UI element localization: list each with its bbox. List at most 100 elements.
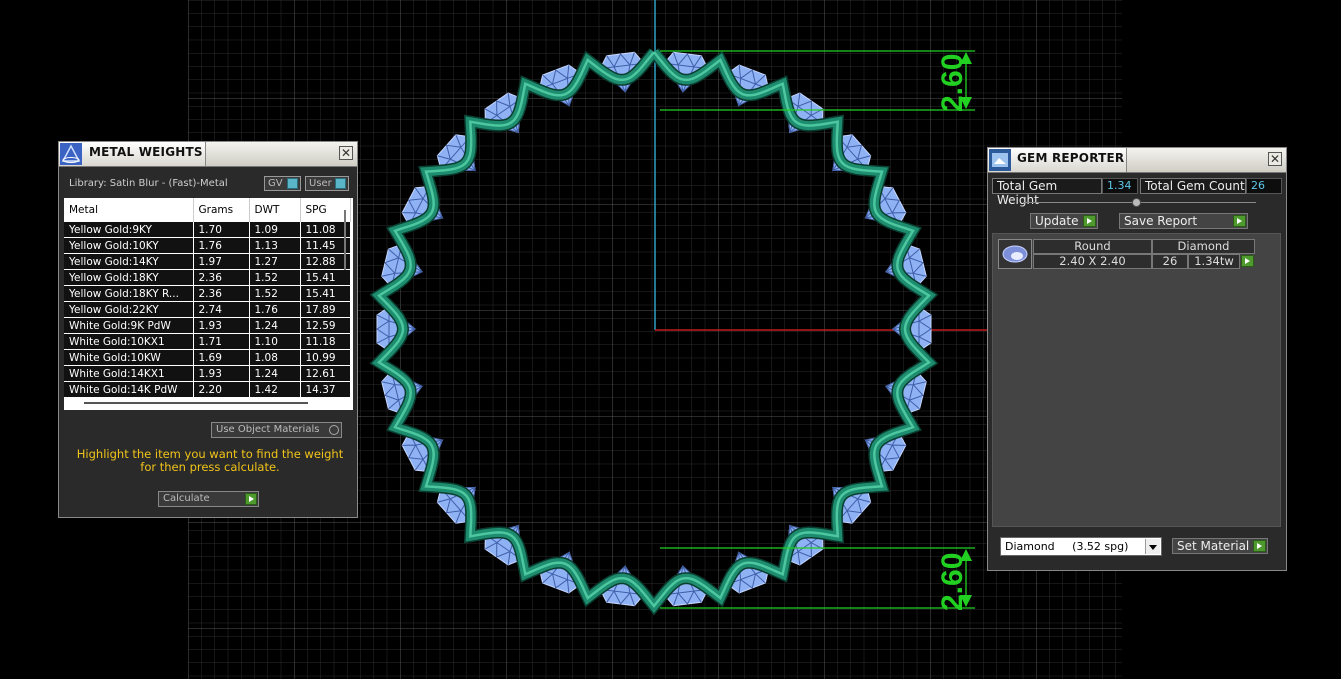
table-cell: 15.41	[300, 269, 351, 286]
gem-col-shape: Round	[1033, 239, 1152, 254]
metal-table-header: Metal Grams DWT SPG	[64, 198, 351, 222]
metal-col-metal[interactable]: Metal	[64, 198, 194, 222]
table-cell: Yellow Gold:18KY	[64, 269, 194, 286]
table-cell: Yellow Gold:9KY	[64, 222, 194, 238]
metal-col-dwt[interactable]: DWT	[249, 198, 301, 222]
play-icon	[245, 493, 257, 505]
user-indicator-icon	[335, 178, 346, 189]
play-icon	[1233, 215, 1246, 227]
dimension-bottom-label: 2.60	[936, 553, 969, 611]
instruction-text: Highlight the item you want to find the …	[76, 447, 344, 474]
table-cell: 1.10	[249, 333, 301, 350]
table-cell: 14.37	[300, 381, 351, 398]
save-report-label: Save Report	[1124, 214, 1198, 228]
total-gem-count-label: Total Gem Count	[1140, 178, 1246, 194]
table-cell: 2.36	[193, 269, 250, 286]
table-row[interactable]: Yellow Gold:9KY 1.70 1.09 11.08	[64, 222, 351, 238]
gem-reporter-titlebar[interactable]: GEM REPORTER ✕	[988, 148, 1286, 173]
dimension-top-label: 2.60	[936, 54, 969, 112]
metal-weights-title: METAL WEIGHTS	[89, 145, 203, 159]
update-button[interactable]: Update	[1030, 213, 1098, 229]
play-icon	[1083, 215, 1096, 227]
table-cell: 1.76	[249, 301, 301, 318]
table-row[interactable]: Yellow Gold:18KY 2.36 1.52 15.41	[64, 269, 351, 286]
gem-reporter-logo-icon	[989, 149, 1011, 171]
gv-toggle[interactable]: GV	[264, 176, 301, 191]
save-report-button[interactable]: Save Report	[1119, 213, 1248, 229]
round-gem-icon	[1002, 245, 1028, 263]
table-cell: 1.24	[249, 317, 301, 334]
table-row[interactable]: White Gold:9K PdW 1.93 1.24 12.59	[64, 317, 351, 334]
metal-weights-logo-icon	[60, 143, 82, 165]
table-cell: Yellow Gold:18KY R...	[64, 285, 194, 302]
table-row[interactable]: Yellow Gold:14KY 1.97 1.27 12.88	[64, 253, 351, 270]
gem-list[interactable]: Round Diamond 2.40 X 2.40 26 1.34tw	[992, 233, 1281, 527]
metal-weights-panel: METAL WEIGHTS ✕ Library: Satin Blur - (F…	[58, 141, 358, 518]
gem-thumbnail[interactable]	[998, 239, 1032, 269]
total-gem-weight-label: Total Gem Weight	[992, 178, 1102, 207]
splitter-handle-icon[interactable]	[1132, 198, 1141, 207]
metal-table-container[interactable]: Metal Grams DWT SPG Yellow Gold:9KY 1.70 1.09…	[64, 198, 353, 410]
table-cell: 1.69	[193, 349, 250, 366]
horizontal-scrollbar[interactable]	[84, 402, 308, 404]
table-row[interactable]: Yellow Gold:22KY 2.74 1.76 17.89	[64, 301, 351, 318]
table-cell: Yellow Gold:14KY	[64, 253, 194, 270]
library-label: Library: Satin Blur - (Fast)-Metal	[69, 178, 228, 189]
chevron-down-icon[interactable]	[1145, 539, 1160, 554]
table-cell: 12.88	[300, 253, 351, 270]
table-cell: 10.99	[300, 349, 351, 366]
table-row[interactable]: Yellow Gold:10KY 1.76 1.13 11.45	[64, 237, 351, 254]
material-select-value: Diamond (3.52 spg)	[1005, 540, 1129, 553]
table-cell: 1.97	[193, 253, 250, 270]
metal-col-spg[interactable]: SPG	[300, 198, 351, 222]
update-label: Update	[1035, 214, 1079, 228]
table-cell: 1.93	[193, 317, 250, 334]
table-cell: 1.93	[193, 365, 250, 382]
table-cell: White Gold:9K PdW	[64, 317, 194, 334]
gem-col-type: Diamond	[1152, 239, 1255, 254]
total-gem-count-value: 26	[1246, 178, 1282, 194]
gem-count: 26	[1152, 254, 1188, 269]
table-cell: 1.52	[249, 285, 301, 302]
close-icon[interactable]: ✕	[339, 146, 353, 160]
set-material-button[interactable]: Set Material	[1172, 538, 1268, 554]
table-cell: White Gold:14K PdW	[64, 381, 194, 398]
table-row[interactable]: White Gold:10KX1 1.71 1.10 11.18	[64, 333, 351, 350]
play-icon	[1253, 540, 1266, 552]
material-select[interactable]: Diamond (3.52 spg)	[1000, 537, 1162, 556]
close-icon[interactable]: ✕	[1268, 152, 1282, 166]
table-cell: 1.13	[249, 237, 301, 254]
set-material-label: Set Material	[1177, 539, 1250, 553]
table-cell: 1.52	[249, 269, 301, 286]
gv-indicator-icon	[287, 178, 298, 189]
table-cell: 11.18	[300, 333, 351, 350]
gem-size: 2.40 X 2.40	[1033, 254, 1152, 269]
calculate-label: Calculate	[163, 493, 210, 504]
calculate-button[interactable]: Calculate	[158, 491, 259, 507]
metal-col-grams[interactable]: Grams	[193, 198, 250, 222]
metal-table: Metal Grams DWT SPG Yellow Gold:9KY 1.70 1.09…	[64, 198, 351, 398]
table-row[interactable]: White Gold:14K PdW 2.20 1.42 14.37	[64, 381, 351, 398]
table-row[interactable]: Yellow Gold:18KY R... 2.36 1.52 15.41	[64, 285, 351, 302]
table-cell: 1.76	[193, 237, 250, 254]
use-object-materials-label: Use Object Materials	[216, 424, 320, 435]
table-cell: 2.36	[193, 285, 250, 302]
vertical-scrollbar[interactable]	[344, 210, 346, 270]
table-cell: 2.74	[193, 301, 250, 318]
user-toggle-label: User	[309, 178, 332, 189]
table-row[interactable]: White Gold:14KX1 1.93 1.24 12.61	[64, 365, 351, 382]
total-gem-weight-value: 1.34	[1102, 178, 1138, 194]
user-toggle[interactable]: User	[305, 176, 349, 191]
table-cell: Yellow Gold:22KY	[64, 301, 194, 318]
table-cell: 1.70	[193, 222, 250, 238]
metal-weights-titlebar[interactable]: METAL WEIGHTS ✕	[59, 142, 357, 167]
gem-row-play-icon[interactable]	[1241, 255, 1254, 267]
gv-toggle-label: GV	[268, 178, 283, 189]
table-cell: 1.08	[249, 349, 301, 366]
table-cell: 1.24	[249, 365, 301, 382]
table-row[interactable]: White Gold:10KW 1.69 1.08 10.99	[64, 349, 351, 366]
use-object-materials-toggle[interactable]: Use Object Materials	[211, 422, 342, 438]
gem-reporter-title: GEM REPORTER	[1017, 151, 1125, 165]
table-cell: Yellow Gold:10KY	[64, 237, 194, 254]
gem-reporter-panel: GEM REPORTER ✕ Total Gem Weight 1.34 Tot…	[987, 147, 1287, 571]
